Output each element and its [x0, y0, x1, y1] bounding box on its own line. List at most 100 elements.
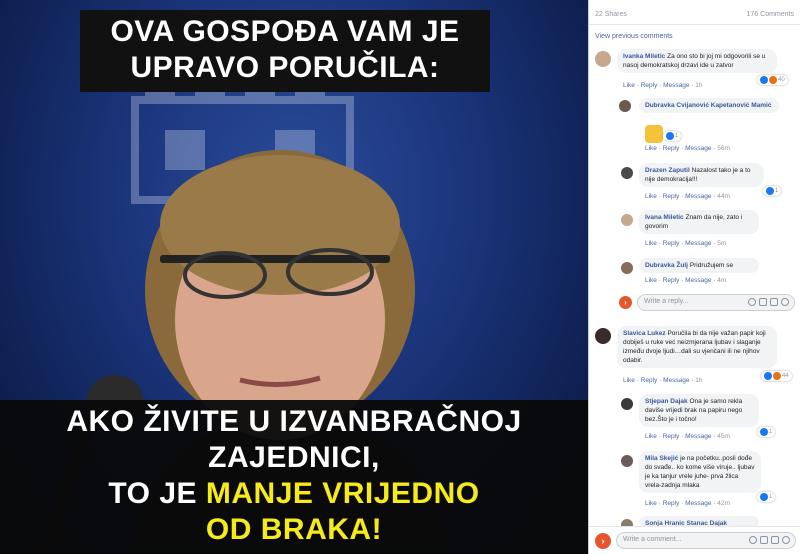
comment-composer: › Write a comment... [589, 526, 800, 554]
comment-author[interactable]: Slavica Lukez [623, 330, 666, 337]
comment-text: Pridružujem se [689, 262, 734, 269]
reaction-number: 44 [782, 373, 789, 379]
view-previous-comments-link[interactable]: View previous comments [589, 25, 800, 43]
comment-time[interactable]: 42m [717, 500, 730, 507]
avatar[interactable] [621, 398, 633, 410]
like-reaction-icon [760, 428, 768, 436]
comment-time[interactable]: 45m [717, 433, 730, 440]
comment-actions: Like · Reply · Message · 44m [645, 193, 730, 200]
reply-input-icons [748, 298, 789, 306]
sticker-icon[interactable] [781, 298, 789, 306]
comment-actions: Like · Reply · Message · 5m [645, 240, 727, 247]
reaction-count[interactable]: 44 [761, 371, 792, 381]
reaction-number: 40 [778, 77, 785, 83]
comment-author[interactable]: Ivana Miletic [645, 214, 684, 221]
comment-author[interactable]: Dubravka Cvijanović Kapetanović Mamić [645, 102, 771, 109]
emoji-icon[interactable] [749, 536, 757, 544]
message-link[interactable]: Message [663, 377, 689, 384]
reply-link[interactable]: Reply [641, 377, 658, 384]
like-link[interactable]: Like [645, 193, 657, 200]
like-reaction-icon [760, 493, 768, 501]
like-link[interactable]: Like [645, 500, 657, 507]
bottom-caption-line-3: TO JE MANJE VRIJEDNO [0, 476, 588, 512]
camera-icon[interactable] [760, 536, 768, 544]
reply-link[interactable]: Reply [663, 145, 680, 152]
reaction-count[interactable]: 1 [757, 492, 776, 502]
reaction-count[interactable]: 1 [763, 186, 782, 196]
bottom-caption-line-1: AKO ŽIVITE U IZVANBRAČNOJ [66, 405, 522, 438]
comment-time[interactable]: 5m [717, 240, 726, 247]
message-link[interactable]: Message [685, 433, 711, 440]
comment-time[interactable]: 56m [717, 145, 730, 152]
angry-reaction-icon [773, 372, 781, 380]
comment-time[interactable]: 4m [717, 277, 726, 284]
shares-count[interactable]: 22 Shares [595, 11, 627, 18]
comment-time[interactable]: 1h [695, 377, 702, 384]
meme-image: OVA GOSPOĐA VAM JE UPRAVO PORUČILA: AKO … [0, 0, 588, 554]
comment-author[interactable]: Stjepan Dajak [645, 398, 688, 405]
top-caption: OVA GOSPOĐA VAM JE UPRAVO PORUČILA: [80, 10, 490, 92]
message-link[interactable]: Message [685, 145, 711, 152]
reaction-count[interactable]: 40 [757, 75, 788, 85]
reply-link[interactable]: Reply [663, 240, 680, 247]
avatar[interactable] [595, 328, 611, 344]
comment-bubble: Dubravka Žulj Pridružujem se [639, 258, 759, 273]
message-link[interactable]: Message [685, 277, 711, 284]
sticker-icon[interactable] [782, 536, 790, 544]
comment-bubble: Mila Skejić je na početku..posli dođe do… [639, 451, 761, 493]
comment-input[interactable]: Write a comment... [616, 532, 796, 549]
current-user-avatar: › [595, 533, 611, 549]
avatar[interactable] [621, 262, 633, 274]
reply-link[interactable]: Reply [663, 193, 680, 200]
message-link[interactable]: Message [663, 82, 689, 89]
bottom-caption: AKO ŽIVITE U IZVANBRAČNOJ ZAJEDNICI, TO … [0, 400, 588, 554]
comment-time[interactable]: 44m [717, 193, 730, 200]
like-link[interactable]: Like [623, 82, 635, 89]
comments-count[interactable]: 176 Comments [747, 11, 794, 18]
comment-author[interactable]: Dubravka Žulj [645, 262, 688, 269]
emoji-icon[interactable] [748, 298, 756, 306]
avatar[interactable] [621, 167, 633, 179]
reaction-count[interactable]: 1 [757, 427, 776, 437]
avatar[interactable] [621, 214, 633, 226]
comment-actions: Like · Reply · Message · 4m [645, 277, 727, 284]
comment-author[interactable]: Ivanka Miletic [623, 53, 665, 60]
reply-link[interactable]: Reply [663, 500, 680, 507]
comment-placeholder: Write a comment... [623, 536, 682, 543]
like-link[interactable]: Like [645, 240, 657, 247]
reaction-count[interactable]: 1 [663, 131, 682, 141]
reply-input[interactable]: Write a reply... [637, 294, 795, 311]
reply-link[interactable]: Reply [663, 433, 680, 440]
avatar[interactable] [621, 455, 633, 467]
message-link[interactable]: Message [685, 193, 711, 200]
camera-icon[interactable] [759, 298, 767, 306]
avatar[interactable] [595, 51, 611, 67]
reaction-number: 1 [769, 494, 773, 500]
like-link[interactable]: Like [645, 433, 657, 440]
reply-link[interactable]: Reply [641, 82, 658, 89]
comment-actions: Like · Reply · Message · 42m [645, 500, 730, 507]
like-link[interactable]: Like [623, 377, 635, 384]
facebook-comments-panel: 22 Shares 176 Comments View previous com… [588, 0, 800, 554]
comment-bubble: Dubravka Cvijanović Kapetanović Mamić [639, 98, 779, 113]
reaction-number: 1 [769, 429, 773, 435]
avatar[interactable] [619, 100, 631, 112]
reaction-number: 1 [675, 133, 679, 139]
like-link[interactable]: Like [645, 145, 657, 152]
current-user-avatar: › [619, 296, 632, 309]
like-reaction-icon [766, 187, 774, 195]
comment-bubble: Stjepan Dajak Ona je samo rekla daviše v… [639, 394, 759, 427]
comment-author[interactable]: Drazen Zaputil [645, 167, 690, 174]
like-link[interactable]: Like [645, 277, 657, 284]
message-link[interactable]: Message [685, 240, 711, 247]
comment-input-icons [749, 536, 790, 544]
comment-author[interactable]: Mila Skejić [645, 455, 678, 462]
gif-icon[interactable] [770, 298, 778, 306]
comment-time[interactable]: 1h [695, 82, 702, 89]
message-link[interactable]: Message [685, 500, 711, 507]
reply-link[interactable]: Reply [663, 277, 680, 284]
reaction-number: 1 [775, 188, 779, 194]
like-reaction-icon [764, 372, 772, 380]
gif-icon[interactable] [771, 536, 779, 544]
bottom-caption-line-2: ZAJEDNICI, [208, 441, 380, 474]
